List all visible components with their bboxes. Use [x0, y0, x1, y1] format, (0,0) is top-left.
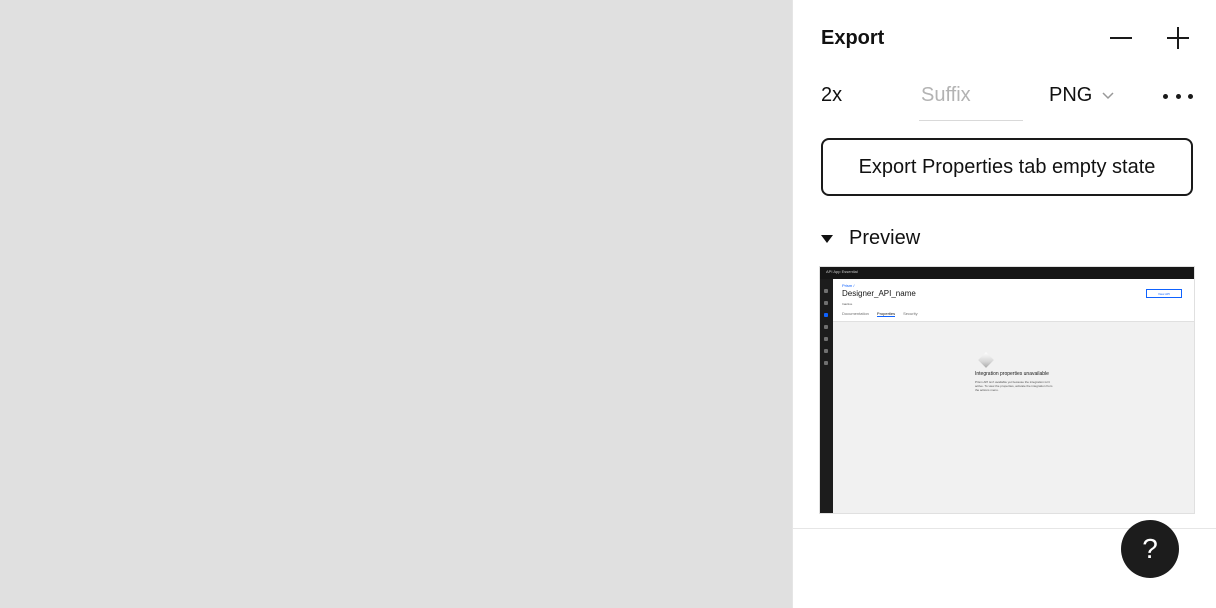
thumb-api-name: Designer_API_name: [842, 289, 916, 298]
thumb-tab-documentation: Documentation: [842, 311, 869, 316]
more-options-button[interactable]: [1163, 84, 1193, 108]
thumb-sidebar-item: [824, 337, 828, 341]
thumb-status: Inactive: [842, 302, 853, 306]
thumb-tab-properties: Properties: [876, 311, 896, 317]
thumb-breadcrumb: Prism /: [842, 283, 855, 288]
remove-export-button[interactable]: [1107, 24, 1135, 52]
caret-down-icon: [821, 234, 833, 243]
suffix-input[interactable]: [919, 84, 1021, 107]
suffix-field: [919, 80, 1023, 121]
thumb-app-title: API App Essential: [826, 269, 858, 274]
thumb-sidebar-item: [824, 289, 828, 293]
thumb-tabs: Documentation Properties Security: [842, 311, 918, 317]
scale-value[interactable]: 2x: [821, 84, 842, 107]
export-title: Export: [821, 27, 885, 49]
thumb-sidebar-item: [824, 313, 828, 317]
preview-label: Preview: [849, 227, 921, 249]
thumb-empty-title: Integration properties unavailable: [975, 371, 1049, 377]
export-panel: Export 2x PNG Export Properties tab empt…: [792, 0, 1216, 608]
thumb-sidebar-item: [824, 325, 828, 329]
help-button[interactable]: ?: [1121, 520, 1179, 578]
thumb-empty-state: Integration properties unavailable Prism…: [975, 352, 1055, 392]
add-export-button[interactable]: [1164, 24, 1192, 52]
thumb-action-button: View API: [1146, 289, 1182, 298]
more-icon-dot: [1163, 93, 1168, 99]
chevron-down-icon: [1102, 91, 1114, 99]
preview-toggle[interactable]: Preview: [821, 227, 920, 250]
export-settings-row: 2x PNG: [793, 80, 1216, 121]
format-value: PNG: [1049, 84, 1093, 106]
export-button[interactable]: Export Properties tab empty state: [821, 138, 1193, 196]
more-icon-dot: [1175, 93, 1181, 99]
minus-icon: [1110, 37, 1132, 39]
preview-image: API App Essential Prism / Designer_API_n…: [819, 266, 1195, 514]
thumb-sidebar-item: [824, 349, 828, 353]
format-select[interactable]: PNG: [1049, 84, 1114, 107]
thumb-sidebar: [820, 279, 833, 513]
thumb-sidebar-item: [824, 301, 828, 305]
design-canvas[interactable]: [0, 0, 792, 608]
thumb-empty-body: Prism API isn't available yet because th…: [975, 380, 1053, 392]
thumb-tab-security: Security: [903, 311, 918, 316]
thumb-top-bar: API App Essential: [820, 267, 1194, 279]
thumb-sidebar-item: [824, 361, 828, 365]
question-icon: ?: [1142, 533, 1158, 564]
plus-icon: [1167, 27, 1189, 49]
cube-icon: [978, 352, 994, 368]
more-icon-dot: [1188, 93, 1193, 99]
thumb-header: Prism / Designer_API_name Inactive Docum…: [833, 279, 1194, 322]
